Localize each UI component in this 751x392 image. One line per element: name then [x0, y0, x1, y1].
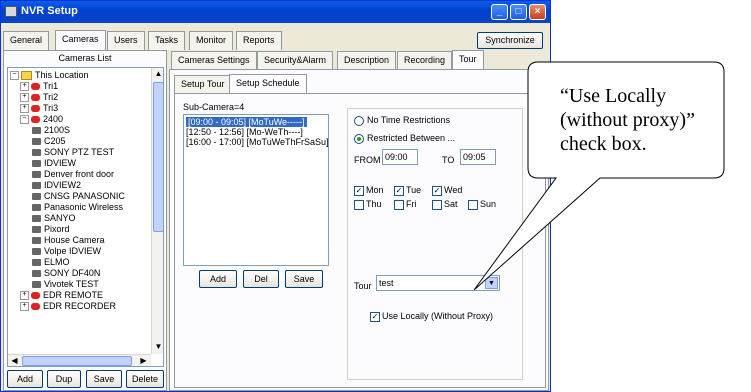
callout-line-2: (without proxy)” — [560, 109, 695, 131]
callout-line-3: check box. — [560, 133, 647, 155]
callout-bubble — [473, 61, 725, 291]
callout-line-1: “Use Locally — [560, 85, 667, 107]
